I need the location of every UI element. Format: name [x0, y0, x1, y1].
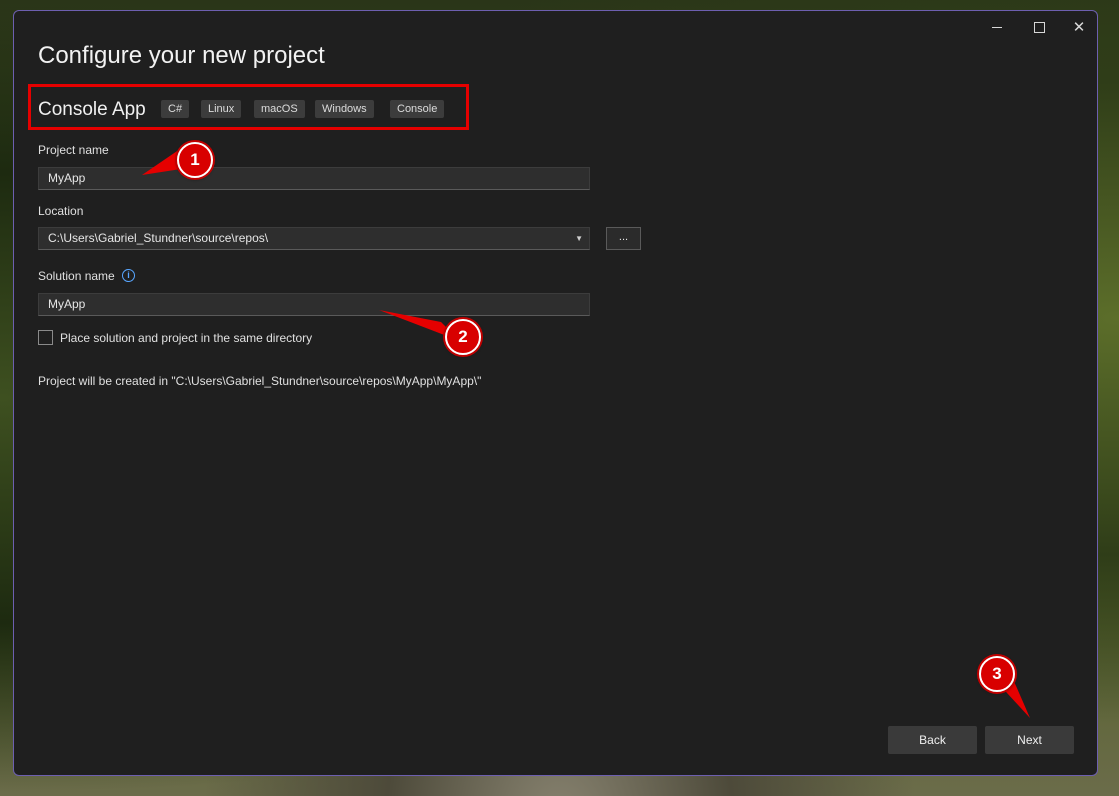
solution-name-input[interactable]: MyApp	[38, 293, 590, 316]
minimize-icon	[992, 26, 1002, 28]
minimize-button[interactable]	[977, 15, 1017, 39]
same-directory-label[interactable]: Place solution and project in the same d…	[60, 331, 312, 345]
close-icon: ✕	[1072, 17, 1086, 36]
solution-name-label: Solution name	[38, 269, 115, 283]
same-directory-checkbox[interactable]	[38, 330, 53, 345]
tag-windows: Windows	[315, 100, 374, 118]
maximize-icon	[1033, 21, 1045, 33]
project-name-value: MyApp	[48, 171, 86, 185]
back-button[interactable]: Back	[888, 726, 977, 754]
project-path-info: Project will be created in "C:\Users\Gab…	[38, 374, 482, 388]
close-button[interactable]: ✕	[1059, 15, 1099, 39]
tag-macos: macOS	[254, 100, 305, 118]
template-name: Console App	[38, 99, 146, 120]
location-label: Location	[38, 204, 84, 218]
callout-badge-3: 3	[979, 656, 1015, 692]
callout-badge-1: 1	[177, 142, 213, 178]
dialog-window: ✕ Configure your new project Console App…	[13, 10, 1098, 776]
maximize-button[interactable]	[1019, 15, 1059, 39]
tag-csharp: C#	[161, 100, 190, 118]
project-name-label: Project name	[38, 143, 109, 157]
chevron-down-icon[interactable]: ▼	[575, 228, 583, 249]
location-combobox[interactable]: C:\Users\Gabriel_Stundner\source\repos\ …	[38, 227, 590, 250]
tag-linux: Linux	[201, 100, 242, 118]
solution-name-value: MyApp	[48, 297, 86, 311]
tag-console: Console	[390, 100, 445, 118]
browse-location-button[interactable]: ...	[606, 227, 641, 250]
project-name-input[interactable]: MyApp	[38, 167, 590, 190]
callout-badge-2: 2	[445, 319, 481, 355]
next-button[interactable]: Next	[985, 726, 1074, 754]
location-value: C:\Users\Gabriel_Stundner\source\repos\	[48, 231, 269, 245]
page-title: Configure your new project	[38, 42, 325, 69]
info-icon[interactable]: i	[122, 269, 135, 282]
